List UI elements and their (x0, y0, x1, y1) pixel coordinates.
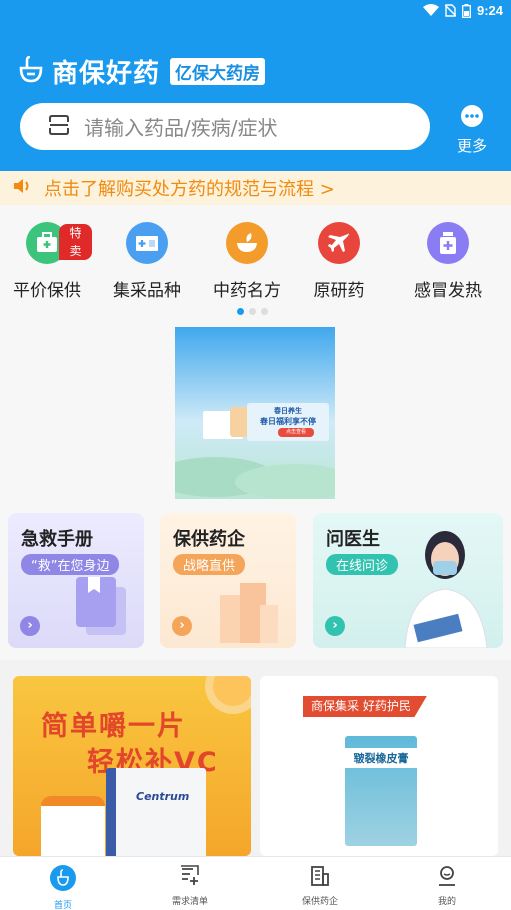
category-label: 感冒发热 (414, 281, 482, 301)
first-aid-card[interactable]: 急救手册 “救”在您身边 › (8, 513, 144, 648)
speaker-icon (12, 176, 32, 200)
tab-home[interactable]: 首页 (23, 865, 103, 910)
feature-subtitle: 战略直供 (173, 554, 246, 575)
product-card-tape[interactable]: 商保集采 好药护民 皲裂橡皮膏 (260, 676, 498, 856)
supplier-card[interactable]: 保供药企 战略直供 › (160, 513, 296, 648)
tab-label: 首页 (53, 901, 72, 910)
herb-bowl-icon (226, 222, 268, 264)
product-label: 皲裂橡皮膏 (345, 748, 417, 768)
product-brand: Centrum (136, 790, 190, 803)
feature-title: 问医生 (326, 529, 380, 550)
tab-label: 保供药企 (301, 897, 338, 907)
feature-title: 急救手册 (21, 529, 93, 550)
chevron-right-icon[interactable]: › (20, 616, 40, 636)
category-section: 特卖 平价保供 集采品种 中药名方 原研药 感冒发热 春日养生 春日福利享不停 … (0, 205, 511, 660)
page-indicator (237, 308, 268, 315)
category-item-yuanyan[interactable]: 原研药 (294, 222, 384, 301)
hot-sale-tag: 特卖 (59, 224, 92, 260)
banner-button[interactable]: 点击查看 (278, 428, 314, 437)
banner-line1: 春日养生 (274, 407, 302, 415)
wifi-icon (422, 4, 439, 17)
feature-title: 保供药企 (173, 529, 245, 550)
chevron-right-icon[interactable]: › (325, 616, 345, 636)
page-dot (249, 308, 256, 315)
category-label: 集采品种 (113, 281, 181, 301)
category-label: 平价保供 (13, 281, 81, 301)
building-icon (309, 866, 331, 891)
feature-subtitle: 在线问诊 (326, 554, 399, 575)
promo-banner[interactable]: 春日养生 春日福利享不停 点击查看 (175, 327, 335, 499)
pharmacy-badge: 亿保大药房 (170, 58, 266, 85)
medicine-bottle-icon (427, 222, 469, 264)
product-section: 简单嚼一片 轻松补VC Centrum 商保集采 好药护民 皲裂橡皮膏 (0, 660, 511, 856)
tab-demand-list[interactable]: 需求清单 (150, 865, 230, 907)
battery-icon (462, 3, 471, 18)
tab-label: 需求清单 (171, 897, 208, 907)
header: 9:24 商保好药 亿保大药房 请输入药品/疾病/症状 更多 (0, 0, 511, 171)
product-box: 皲裂橡皮膏 (345, 736, 417, 846)
app-title: 商保好药 (52, 59, 161, 89)
more-button[interactable]: 更多 (452, 104, 492, 156)
page-dot-active (237, 308, 244, 315)
page-dot (261, 308, 268, 315)
tab-label: 我的 (437, 897, 456, 907)
status-time: 9:24 (476, 3, 503, 18)
logo-icon (18, 55, 44, 88)
ask-doctor-card[interactable]: 问医生 在线问诊 › (313, 513, 503, 648)
category-item-zhongyao[interactable]: 中药名方 (202, 222, 292, 301)
tab-mine[interactable]: 我的 (407, 865, 487, 907)
feature-subtitle: “救”在您身边 (21, 554, 120, 575)
user-icon (436, 866, 458, 891)
product-box: Centrum (106, 768, 206, 856)
brand: 商保好药 亿保大药房 (18, 53, 266, 90)
hospital-icon (126, 222, 168, 264)
banner-line2: 春日福利享不停 (260, 417, 316, 426)
category-label: 中药名方 (213, 281, 281, 301)
product-card-vc[interactable]: 简单嚼一片 轻松补VC Centrum (13, 676, 251, 856)
chevron-right-icon[interactable]: › (172, 616, 192, 636)
product-jar (41, 796, 105, 856)
airplane-icon (318, 222, 360, 264)
more-icon (460, 105, 484, 132)
search-bar[interactable]: 请输入药品/疾病/症状 (20, 103, 430, 150)
app-screen: 9:24 商保好药 亿保大药房 请输入药品/疾病/症状 更多 点击了解购买处方药… (0, 0, 511, 910)
bottom-tabbar: 首页 需求清单 保供药企 我的 (0, 856, 511, 910)
status-bar: 9:24 (0, 0, 511, 24)
category-label: 原研药 (313, 281, 365, 301)
category-item-ganmao[interactable]: 感冒发热 (403, 222, 493, 301)
list-add-icon (179, 865, 201, 891)
search-input[interactable]: 请输入药品/疾病/症状 (84, 112, 277, 141)
more-label: 更多 (456, 137, 487, 155)
product-slogan-1: 简单嚼一片 (41, 711, 186, 742)
category-item-pingjia[interactable]: 特卖 平价保供 (2, 222, 92, 301)
product-tag: 商保集采 好药护民 (303, 696, 427, 717)
notice-text[interactable]: 点击了解购买处方药的规范与流程 > (44, 175, 335, 201)
tab-suppliers[interactable]: 保供药企 (280, 865, 360, 907)
prescription-notice[interactable]: 点击了解购买处方药的规范与流程 > (0, 171, 511, 205)
no-sim-icon (444, 4, 456, 17)
category-item-jicai[interactable]: 集采品种 (102, 222, 192, 301)
scan-icon[interactable] (48, 114, 70, 140)
home-icon (50, 865, 76, 895)
